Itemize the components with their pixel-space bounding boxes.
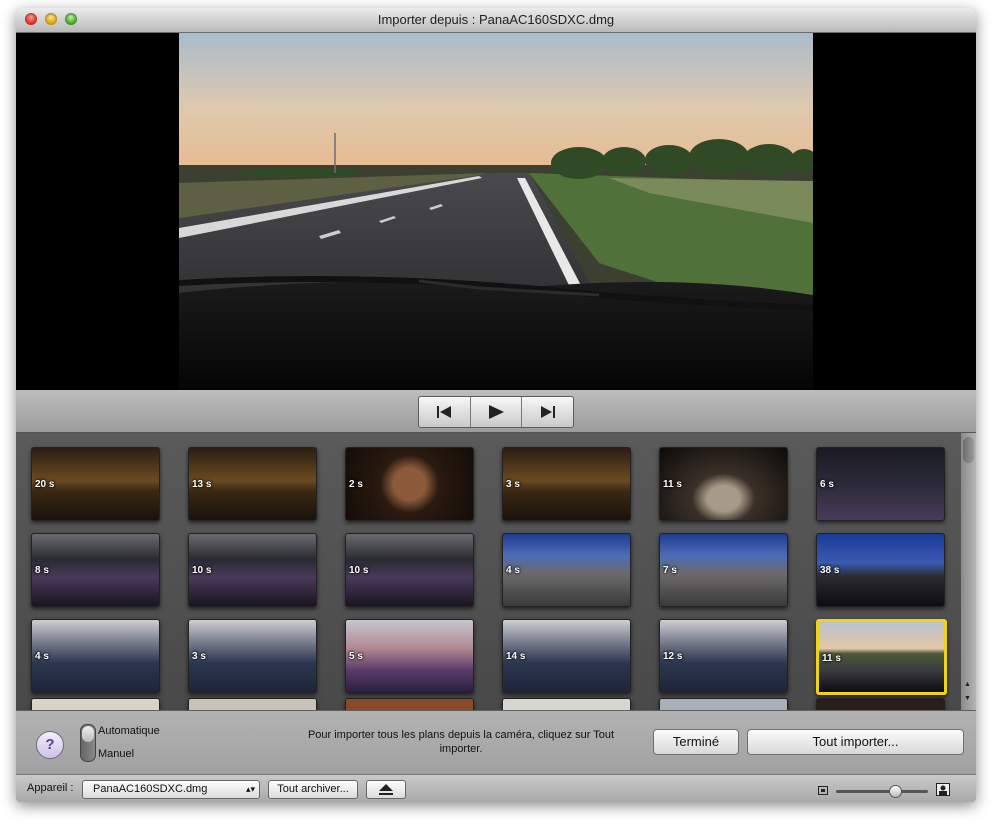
import-panel: ? Automatique Manuel Pour importer tous … (16, 710, 976, 775)
thumbnail-size-slider[interactable] (836, 790, 928, 793)
device-value: PanaAC160SDXC.dmg (93, 783, 208, 795)
title-bar: Importer depuis : PanaAC160SDXC.dmg (16, 8, 976, 33)
transport-controls (418, 396, 574, 428)
video-viewer (16, 33, 976, 390)
eject-button[interactable] (366, 780, 406, 799)
clip-duration: 11 s (822, 653, 841, 664)
scroll-up-icon[interactable]: ▲ (964, 681, 971, 688)
video-frame[interactable] (179, 33, 813, 390)
mode-automatic-label[interactable]: Automatique (98, 725, 160, 737)
clip-thumbnail[interactable]: 20 s (31, 447, 160, 521)
previous-button[interactable] (419, 397, 471, 427)
clip-duration: 13 s (192, 479, 212, 490)
clip-thumbnail-partial[interactable] (188, 698, 317, 710)
select-arrows-icon: ▴▾ (245, 784, 255, 794)
mode-switch-knob[interactable] (82, 726, 94, 742)
next-button[interactable] (522, 397, 573, 427)
clip-duration: 14 s (506, 651, 526, 662)
play-icon (489, 405, 504, 419)
clip-thumbnail-partial[interactable] (31, 698, 160, 710)
device-label: Appareil : (27, 782, 74, 794)
clip-browser: 20 s 13 s 2 s 3 s 11 s 6 s 8 s 10 s 10 s 4 s 7 s 38… (16, 433, 976, 710)
clip-duration: 4 s (506, 565, 520, 576)
mode-manual-label[interactable]: Manuel (98, 748, 134, 760)
clip-duration: 6 s (820, 479, 834, 490)
clip-thumbnail[interactable]: 10 s (345, 533, 474, 607)
clip-thumbnail-partial[interactable] (345, 698, 474, 710)
clip-thumbnail[interactable]: 12 s (659, 619, 788, 693)
clip-duration: 2 s (349, 479, 363, 490)
thumbnail-size-slider-knob[interactable] (889, 785, 902, 798)
clip-thumbnail[interactable]: 2 s (345, 447, 474, 521)
clip-duration: 4 s (35, 651, 49, 662)
device-select[interactable]: PanaAC160SDXC.dmg ▴▾ (82, 780, 260, 799)
clip-duration: 20 s (35, 479, 55, 490)
clip-thumbnail[interactable]: 6 s (816, 447, 945, 521)
clip-thumbnail[interactable]: 3 s (188, 619, 317, 693)
eject-icon (379, 784, 393, 795)
clip-scrollbar[interactable]: ▲ ▼ (961, 433, 976, 710)
play-button[interactable] (471, 397, 523, 427)
clip-duration: 38 s (820, 565, 840, 576)
mode-switch[interactable] (80, 724, 96, 762)
clip-thumbnail-partial[interactable] (816, 698, 945, 710)
skip-forward-icon (540, 406, 555, 418)
small-thumb-icon[interactable] (818, 786, 828, 795)
import-instructions: Pour importer tous les plans depuis la c… (307, 729, 615, 755)
import-all-button[interactable]: Tout importer... (747, 729, 964, 755)
skip-back-icon (437, 406, 452, 418)
clip-duration: 3 s (506, 479, 520, 490)
window-title: Importer depuis : PanaAC160SDXC.dmg (377, 12, 615, 27)
clip-duration: 11 s (663, 479, 682, 490)
scroll-down-icon[interactable]: ▼ (964, 695, 971, 702)
clip-duration: 10 s (349, 565, 369, 576)
clip-thumbnail[interactable]: 38 s (816, 533, 945, 607)
clip-thumbnail[interactable]: 10 s (188, 533, 317, 607)
clip-thumbnail[interactable]: 4 s (31, 619, 160, 693)
large-thumb-icon[interactable] (936, 783, 950, 796)
clip-thumbnail[interactable]: 11 s (816, 619, 947, 695)
clip-thumbnail[interactable]: 13 s (188, 447, 317, 521)
clip-thumbnail-partial[interactable] (659, 698, 788, 710)
scrollbar-thumb[interactable] (963, 437, 974, 463)
import-window: Importer depuis : PanaAC160SDXC.dmg 20 s… (16, 8, 976, 802)
clip-thumbnail[interactable]: 11 s (659, 447, 788, 521)
archive-all-button[interactable]: Tout archiver... (268, 780, 358, 799)
clip-thumbnail[interactable]: 3 s (502, 447, 631, 521)
done-button[interactable]: Terminé (653, 729, 739, 755)
clip-duration: 8 s (35, 565, 49, 576)
clip-thumbnail[interactable]: 5 s (345, 619, 474, 693)
help-button[interactable]: ? (36, 731, 64, 759)
clip-thumbnail[interactable]: 4 s (502, 533, 631, 607)
clip-duration: 10 s (192, 565, 212, 576)
highway-video-image (179, 33, 813, 390)
clip-duration: 12 s (663, 651, 683, 662)
playback-bar (16, 390, 976, 433)
clip-thumbnail[interactable]: 14 s (502, 619, 631, 693)
clip-thumbnail[interactable]: 8 s (31, 533, 160, 607)
clip-thumbnail-partial[interactable] (502, 698, 631, 710)
clip-duration: 3 s (192, 651, 206, 662)
clip-duration: 5 s (349, 651, 363, 662)
clip-thumbnail[interactable]: 7 s (659, 533, 788, 607)
clip-duration: 7 s (663, 565, 677, 576)
status-bar: Appareil : PanaAC160SDXC.dmg ▴▾ Tout arc… (16, 774, 976, 802)
